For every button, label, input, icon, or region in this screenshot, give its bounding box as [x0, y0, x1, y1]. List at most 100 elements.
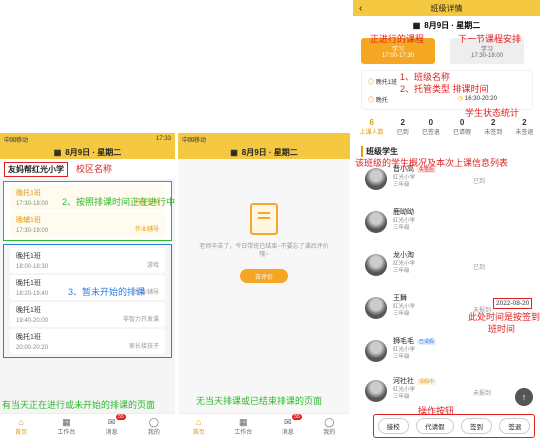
sign-out-button[interactable]: 签退	[499, 418, 531, 434]
tab-label: 工作台	[57, 430, 76, 436]
student-info: 红光小学 三年级	[393, 218, 416, 231]
action-bar: 接校 代请假 签到 签退	[373, 414, 535, 438]
tab-mine[interactable]: ◯ 我的	[148, 417, 160, 436]
annotation-schedule-future: 3、暂未开始的排课	[68, 287, 146, 297]
annotation-campus-name: 校区名称	[76, 163, 113, 174]
tab-workbench[interactable]: ▦ 工作台	[234, 417, 252, 436]
tab-label: 消息	[281, 430, 294, 436]
course-name: 晚托1班	[16, 253, 41, 260]
class-type: 晚托	[375, 98, 388, 104]
annotation-status-stats: 学生状态统计	[465, 108, 520, 118]
date-bar: ▦ 8月9日 · 星期二	[0, 145, 175, 159]
tab-label: 消息	[105, 430, 118, 436]
calendar-icon: ▦	[412, 20, 421, 30]
student-row[interactable]: 鹿呦呦 红光小学 三年级	[361, 203, 533, 243]
page-title: 班级详情	[430, 3, 463, 13]
calendar-icon: ▦	[53, 147, 62, 157]
course-tag: 非智力开发课	[122, 317, 159, 323]
tab-mine[interactable]: ◯ 我的	[323, 417, 335, 436]
user-icon: ◯	[148, 417, 159, 427]
annotation-class-info-2: 2、托管类型 排课时间	[400, 84, 489, 94]
student-tag: 请假中	[417, 379, 437, 385]
tab-label: 首页	[192, 430, 205, 436]
clock-text: 17:33	[155, 136, 171, 142]
annotation-class-info-1: 1、班级名称	[400, 72, 451, 82]
stat-item[interactable]: 2 未签退	[515, 118, 533, 138]
student-info: 红光小学 三年级	[393, 304, 416, 317]
annotation-student-overview: 该班级的学生概况及本次上课信息列表	[355, 158, 509, 168]
course-card[interactable]: 晚托1班 20:00-20:20 家长接孩子	[10, 329, 165, 354]
date-bar: ▦ 8月9日 · 星期二	[178, 145, 350, 159]
student-row[interactable]: 狮毛毛 已请假 红光小学 三年级	[361, 332, 533, 372]
stat-item[interactable]: 0 已请假	[453, 118, 471, 138]
upcoming-course-group: 晚托1班 18:00-18:30 游戏 晚托1班 18:20-19:40 作业辅…	[3, 244, 172, 358]
annotation-s2-caption: 无当天排课或已结束排课的页面	[196, 396, 323, 406]
class-name-row: ◎ 晚托1班	[368, 80, 398, 86]
course-tag: 家长接孩子	[128, 344, 159, 350]
student-row[interactable]: 龙小淘 红光小学 三年级 已到	[361, 246, 533, 286]
annotation-next-course: 下一节课程安排	[458, 34, 522, 44]
course-card[interactable]: 晚托1班 19:40-20:00 非智力开发课	[10, 302, 165, 327]
status-bar: 中国移动 17:33	[0, 133, 175, 145]
message-badge: 55	[292, 414, 302, 420]
stat-item[interactable]: 2 已到	[397, 118, 409, 138]
annotation-ongoing-course: 正进行的课程	[370, 34, 425, 44]
sign-time: 2022-08-20	[493, 298, 533, 309]
course-tag: 游戏	[146, 263, 159, 269]
school-name[interactable]: 友妈帮红光小学	[4, 161, 68, 177]
annotation-action-buttons: 操作按钮	[418, 406, 455, 416]
avatar	[365, 297, 387, 319]
course-time: 17:30-18:00	[470, 52, 504, 59]
date-text: 8月9日 · 星期二	[65, 147, 122, 157]
student-row[interactable]: 王舞 红光小学 三年级 未报到 2022-08-20	[361, 289, 533, 329]
user-icon: ◯	[324, 417, 335, 427]
section-title: 班级学生	[361, 146, 398, 157]
stat-item[interactable]: 2 未签到	[484, 118, 502, 138]
home-screen-empty: 中国移动 ▦ 8月9日 · 星期二 老师辛苦了，今日带班已结束~不要忘了课后评价…	[178, 133, 350, 439]
date-text: 8月9日 · 星期二	[424, 20, 481, 30]
status-bar: 中国移动	[178, 133, 350, 145]
course-card[interactable]: 晚托1班 18:00-18:30 游戏	[10, 248, 165, 273]
student-name: 狮毛毛 已请假	[393, 338, 437, 345]
leave-request-button[interactable]: 代请假	[416, 418, 454, 434]
grid-icon: ▦	[238, 417, 248, 427]
back-icon[interactable]: ‹	[359, 3, 362, 14]
tab-messages[interactable]: ✉ 消息 55	[281, 414, 302, 436]
tab-home[interactable]: ⌂ 首页	[15, 417, 27, 436]
avatar	[365, 380, 387, 402]
empty-message: 老师辛苦了，今日带班已结束~不要忘了课后评价哦~	[199, 244, 329, 258]
evaluate-button[interactable]: 去评价	[240, 269, 288, 283]
status-stats: 6 上课人数 2 已到 0 已签退 0 已请假 2 未签到 2 未签退	[353, 118, 540, 138]
course-card[interactable]: 晚辅1班 17:30-19:00 作业辅导	[10, 212, 165, 237]
student-info: 红光小学 三年级	[393, 387, 416, 400]
student-info: 红光小学 三年级	[393, 175, 416, 188]
class-detail-screen: ‹ 班级详情 ▦ 8月9日 · 星期二 学习 17:00-17:30 学习 17…	[353, 0, 540, 445]
student-info: 红光小学 三年级	[393, 347, 416, 360]
student-status: 已到	[473, 179, 486, 185]
home-icon: ⌂	[196, 417, 202, 427]
annotation-schedule-current: 2、按照排课时间正在进行中	[62, 197, 176, 207]
tab-messages[interactable]: ✉ 消息 55	[105, 414, 126, 436]
pickup-button[interactable]: 接校	[377, 418, 409, 434]
annotation-enroll-time: 此处时间是按签到	[468, 312, 540, 322]
tab-bar: ⌂ 首页 ▦ 工作台 ✉ 消息 55 ◯ 我的	[0, 413, 175, 439]
course-time: 17:00-17:30	[381, 52, 415, 59]
sign-in-button[interactable]: 签到	[460, 418, 492, 434]
home-screen-active: 中国移动 17:33 ▦ 8月9日 · 星期二 友妈帮红光小学 校区名称 晚托1…	[0, 133, 175, 439]
tab-workbench[interactable]: ▦ 工作台	[57, 417, 75, 436]
student-status: 已到	[473, 265, 486, 271]
stat-item[interactable]: 0 已签退	[422, 118, 440, 138]
annotation-enroll-time-2: 班时间	[488, 324, 516, 334]
tab-label: 我的	[147, 430, 160, 436]
message-icon: ✉	[283, 417, 292, 427]
message-icon: ✉	[107, 417, 116, 427]
school-row: 友妈帮红光小学 校区名称	[0, 159, 175, 179]
avatar	[365, 211, 387, 233]
date-bar: ▦ 8月9日 · 星期二	[353, 16, 540, 34]
avatar	[365, 168, 387, 190]
stat-item[interactable]: 6 上课人数	[360, 118, 384, 138]
header: ‹ 班级详情	[353, 0, 540, 16]
class-time-row: ◷ 16:30-20:20	[458, 96, 497, 102]
tab-home[interactable]: ⌂ 首页	[193, 417, 205, 436]
scroll-top-icon[interactable]: ↑	[515, 388, 533, 406]
